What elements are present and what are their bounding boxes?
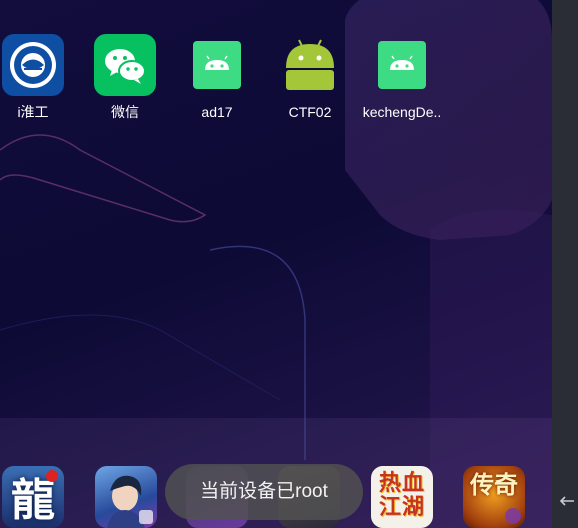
app-ihuaigong[interactable]: i淮工 bbox=[0, 34, 74, 120]
android-icon bbox=[371, 34, 433, 96]
ihuaigong-icon bbox=[2, 34, 64, 96]
app-label: kechengDe.. bbox=[362, 104, 442, 120]
app-kechengdemo[interactable]: kechengDe.. bbox=[361, 34, 443, 120]
root-toast: 当前设备已root bbox=[165, 464, 363, 520]
game-badge bbox=[46, 470, 58, 482]
game-chuanqi-icon[interactable]: 传奇 bbox=[463, 466, 525, 528]
game-chuanqi-glyph: 传奇 bbox=[470, 470, 518, 499]
app-label: i淮工 bbox=[17, 104, 49, 120]
back-arrow-icon[interactable] bbox=[558, 492, 576, 510]
wechat-icon bbox=[94, 34, 156, 96]
app-label: ad17 bbox=[201, 104, 233, 120]
game-long-icon[interactable]: 龍 bbox=[2, 466, 64, 528]
android-icon bbox=[186, 34, 248, 96]
android-icon bbox=[279, 34, 341, 96]
side-edge-panel bbox=[552, 0, 578, 528]
app-label: CTF02 bbox=[288, 104, 332, 120]
app-ad17[interactable]: ad17 bbox=[176, 34, 258, 120]
game-rexue-glyph: 热血江湖 bbox=[378, 470, 425, 520]
game-warrior-icon[interactable] bbox=[95, 466, 157, 528]
game-badge bbox=[505, 508, 521, 524]
app-label: 微信 bbox=[111, 104, 139, 120]
app-wechat[interactable]: 微信 bbox=[84, 34, 166, 120]
app-ctf02[interactable]: CTF02 bbox=[269, 34, 351, 120]
game-rexuejianghu-icon[interactable]: 热血江湖 bbox=[371, 466, 433, 528]
